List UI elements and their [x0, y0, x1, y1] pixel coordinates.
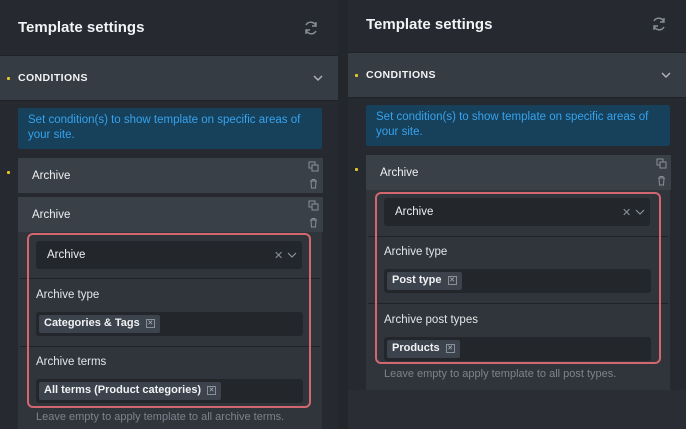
field-hint: Leave empty to apply template to all arc…	[36, 411, 285, 423]
condition-row-archive[interactable]: Archive	[18, 158, 304, 193]
highlight-box	[27, 233, 311, 408]
trash-icon[interactable]	[308, 217, 319, 228]
condition-row-archive-expanded[interactable]: Archive	[18, 197, 304, 232]
status-dot	[7, 77, 10, 80]
refresh-icon[interactable]	[303, 20, 319, 36]
row-status-dot	[355, 168, 358, 171]
row-actions	[304, 197, 323, 232]
condition-row-label: Archive	[32, 209, 71, 221]
condition-row-label: Archive	[380, 167, 419, 179]
panel-divider	[338, 0, 348, 429]
conditions-label: CONDITIONS	[366, 69, 436, 81]
conditions-info-box: Set condition(s) to show template on spe…	[366, 105, 670, 146]
duplicate-icon[interactable]	[656, 158, 667, 169]
condition-row-label: Archive	[32, 170, 71, 182]
row-actions	[652, 155, 671, 190]
template-settings-panel-left: Template settings CONDITIONS Set conditi…	[0, 0, 338, 429]
row-actions	[304, 158, 323, 193]
template-settings-panel-right: Template settings CONDITIONS Set conditi…	[348, 0, 686, 390]
trash-icon[interactable]	[308, 178, 319, 189]
conditions-section-header[interactable]: CONDITIONS	[348, 52, 686, 98]
conditions-label: CONDITIONS	[18, 72, 88, 84]
info-text: Set condition(s) to show template on spe…	[28, 114, 301, 141]
field-hint: Leave empty to apply template to all pos…	[384, 368, 617, 380]
conditions-info-box: Set condition(s) to show template on spe…	[18, 108, 322, 149]
chevron-down-icon[interactable]	[312, 72, 324, 84]
highlight-box	[375, 192, 661, 364]
trash-icon[interactable]	[656, 175, 667, 186]
chevron-down-icon[interactable]	[660, 69, 672, 81]
refresh-icon[interactable]	[651, 16, 667, 32]
panel-title: Template settings	[18, 19, 145, 36]
info-text: Set condition(s) to show template on spe…	[376, 111, 649, 138]
duplicate-icon[interactable]	[308, 200, 319, 211]
condition-row-archive-expanded[interactable]: Archive	[366, 155, 652, 190]
row-status-dot	[7, 171, 10, 174]
panel-title: Template settings	[366, 16, 493, 33]
conditions-section-header[interactable]: CONDITIONS	[0, 55, 338, 101]
status-dot	[355, 74, 358, 77]
duplicate-icon[interactable]	[308, 161, 319, 172]
